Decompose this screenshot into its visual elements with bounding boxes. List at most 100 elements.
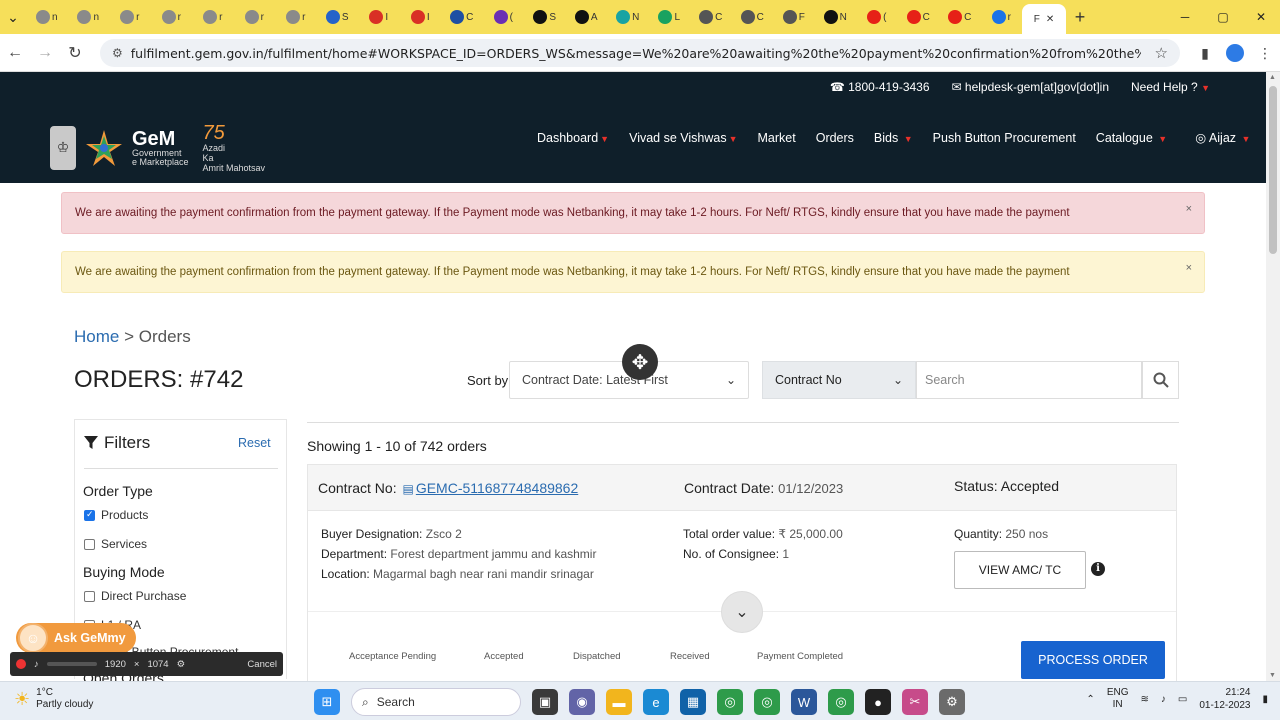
- browser-tab[interactable]: r: [151, 3, 193, 31]
- tray-chevron-icon[interactable]: ⌃: [1086, 694, 1094, 705]
- close-icon[interactable]: ×: [1186, 203, 1192, 215]
- volume-icon[interactable]: ♪: [1161, 694, 1166, 705]
- close-window-icon[interactable]: ✕: [1242, 0, 1280, 34]
- back-icon[interactable]: ←: [0, 44, 30, 62]
- checkbox[interactable]: [84, 590, 95, 602]
- close-tab-icon[interactable]: ✕: [1046, 14, 1054, 25]
- start-icon[interactable]: ⊞: [314, 689, 340, 715]
- tab-search-icon[interactable]: ⌄: [0, 0, 26, 34]
- browser-tab[interactable]: C: [732, 3, 774, 31]
- browser-tab[interactable]: I: [400, 3, 442, 31]
- browser-tab[interactable]: C: [939, 3, 981, 31]
- browser-tab[interactable]: r: [981, 3, 1023, 31]
- record-icon[interactable]: [16, 659, 26, 669]
- taskbar-search[interactable]: ⌕ Search: [351, 688, 521, 716]
- filter-services[interactable]: Services: [84, 537, 147, 551]
- search-type-select[interactable]: Contract No ⌄: [762, 361, 916, 399]
- file-explorer-icon[interactable]: ▬: [606, 689, 632, 715]
- browser-tab[interactable]: r: [234, 3, 276, 31]
- nav-bids[interactable]: Bids ▼: [874, 131, 913, 145]
- page-scrollbar[interactable]: ▲ ▼: [1266, 72, 1280, 681]
- browser-tab[interactable]: F: [773, 3, 815, 31]
- contract-link[interactable]: GEMC-511687748489862: [416, 480, 578, 496]
- phone-contact[interactable]: ☎ 1800-419-3436: [830, 80, 930, 94]
- browser-tab[interactable]: C: [898, 3, 940, 31]
- reload-icon[interactable]: ↻: [60, 43, 90, 63]
- browser-tab[interactable]: C: [690, 3, 732, 31]
- browser-tab[interactable]: N: [607, 3, 649, 31]
- sidebar-icon[interactable]: ▮: [1190, 45, 1220, 62]
- browser-tab[interactable]: A: [566, 3, 608, 31]
- recorder-cancel-button[interactable]: Cancel: [247, 659, 277, 670]
- browser-tab[interactable]: r: [109, 3, 151, 31]
- wifi-icon[interactable]: ≋: [1140, 694, 1148, 705]
- filter-direct-purchase[interactable]: Direct Purchase: [84, 589, 186, 603]
- new-tab-button[interactable]: +: [1066, 7, 1094, 28]
- process-order-button[interactable]: PROCESS ORDER: [1021, 641, 1165, 679]
- word-icon[interactable]: W: [791, 689, 817, 715]
- breadcrumb-home[interactable]: Home: [74, 327, 119, 346]
- browser-tab[interactable]: r: [275, 3, 317, 31]
- nav-dashboard[interactable]: Dashboard ▼: [537, 131, 609, 145]
- scrollbar-thumb[interactable]: [1269, 86, 1277, 254]
- bookmark-star-icon[interactable]: ☆: [1155, 44, 1168, 62]
- profile-avatar[interactable]: [1226, 44, 1244, 62]
- nav-orders[interactable]: Orders: [816, 131, 854, 145]
- checkbox-checked[interactable]: [84, 509, 95, 521]
- browser-tab[interactable]: n: [26, 3, 68, 31]
- filter-products[interactable]: Products: [84, 508, 148, 522]
- browser-tab[interactable]: N: [815, 3, 857, 31]
- gem-logo[interactable]: ♔ GeM Government e Marketplace 75 Azadi …: [50, 122, 265, 174]
- settings-icon[interactable]: ⚙: [939, 689, 965, 715]
- task-view-icon[interactable]: ▣: [532, 689, 558, 715]
- pdf-file-icon[interactable]: ▤: [402, 482, 413, 496]
- need-help-menu[interactable]: Need Help ? ▼: [1131, 80, 1210, 94]
- menu-icon[interactable]: ⋮: [1250, 45, 1280, 62]
- ask-gemmy-button[interactable]: ☺ Ask GeMmy: [16, 623, 136, 653]
- clock[interactable]: 21:24 01-12-2023: [1199, 686, 1250, 712]
- view-amc-tc-button[interactable]: VIEW AMC/ TC: [954, 551, 1086, 589]
- notification-icon[interactable]: ▮: [1262, 694, 1268, 705]
- url-bar[interactable]: ⚙ fulfilment.gem.gov.in/fulfilment/home#…: [100, 39, 1180, 67]
- checkbox[interactable]: [84, 538, 95, 550]
- expand-order-button[interactable]: ⌄: [721, 591, 763, 633]
- browser-tab[interactable]: (: [483, 3, 525, 31]
- scroll-down-icon[interactable]: ▼: [1269, 672, 1276, 679]
- nav-catalogue[interactable]: Catalogue ▼: [1096, 131, 1167, 145]
- search-input[interactable]: [916, 361, 1142, 399]
- recorder-app-icon[interactable]: ●: [865, 689, 891, 715]
- scroll-up-icon[interactable]: ▲: [1269, 74, 1276, 81]
- chrome-icon[interactable]: ◎: [754, 689, 780, 715]
- browser-tab[interactable]: (: [856, 3, 898, 31]
- browser-tab[interactable]: r: [192, 3, 234, 31]
- close-icon[interactable]: ×: [1186, 262, 1192, 274]
- edge-icon[interactable]: e: [643, 689, 669, 715]
- browser-tab[interactable]: n: [68, 3, 110, 31]
- chrome-icon[interactable]: ◎: [717, 689, 743, 715]
- language-indicator[interactable]: ENG IN: [1107, 687, 1129, 711]
- browser-tab[interactable]: S: [524, 3, 566, 31]
- nav-vivad[interactable]: Vivad se Vishwas ▼: [629, 131, 737, 145]
- minimize-icon[interactable]: ─: [1166, 0, 1204, 34]
- info-icon[interactable]: i: [1091, 562, 1105, 576]
- maximize-icon[interactable]: ▢: [1204, 0, 1242, 34]
- site-info-icon[interactable]: ⚙: [112, 46, 123, 60]
- chrome-icon[interactable]: ◎: [828, 689, 854, 715]
- microphone-icon[interactable]: ♪: [34, 659, 39, 670]
- browser-tab[interactable]: C: [441, 3, 483, 31]
- nav-push-button[interactable]: Push Button Procurement: [933, 131, 1076, 145]
- email-contact[interactable]: ✉ helpdesk-gem[at]gov[dot]in: [952, 80, 1109, 94]
- browser-tab[interactable]: I: [358, 3, 400, 31]
- store-icon[interactable]: ▦: [680, 689, 706, 715]
- search-button[interactable]: [1142, 361, 1179, 399]
- filters-reset-link[interactable]: Reset: [238, 436, 271, 450]
- snipping-tool-icon[interactable]: ✂: [902, 689, 928, 715]
- forward-icon[interactable]: →: [30, 44, 60, 62]
- teams-icon[interactable]: ◉: [569, 689, 595, 715]
- browser-tab[interactable]: S: [317, 3, 359, 31]
- browser-tab[interactable]: L: [649, 3, 691, 31]
- tab-active[interactable]: F ✕: [1022, 4, 1066, 34]
- weather-widget[interactable]: ☀ 1°C Partly cloudy: [14, 687, 93, 711]
- nav-user-menu[interactable]: ◎ Aijaz ▼: [1195, 130, 1250, 145]
- recorder-settings-icon[interactable]: ⚙: [177, 659, 186, 670]
